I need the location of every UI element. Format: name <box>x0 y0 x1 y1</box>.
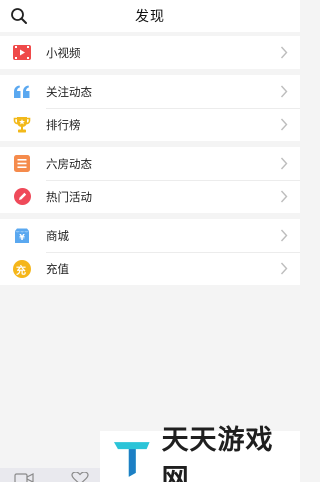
menu-group-4: ¥ 商城 充 充值 <box>0 219 300 285</box>
chevron-right-icon <box>280 262 288 275</box>
menu-item-label: 商城 <box>46 228 69 243</box>
menu-group-2: 关注动态 排行榜 <box>0 75 300 141</box>
chevron-right-icon <box>280 46 288 59</box>
menu-item-short-video[interactable]: 小视频 <box>0 36 300 69</box>
trophy-icon <box>13 116 31 134</box>
menu-item-shop[interactable]: ¥ 商城 <box>0 219 300 252</box>
menu-item-label: 排行榜 <box>46 117 81 132</box>
watermark-logo <box>113 441 150 477</box>
shop-glyph: ¥ <box>19 233 25 242</box>
chevron-right-icon <box>280 157 288 170</box>
menu-item-label: 六房动态 <box>46 156 92 171</box>
watermark: 天天游戏网 <box>100 425 300 482</box>
menu-item-hot-events[interactable]: 热门活动 <box>0 180 300 213</box>
chevron-right-icon <box>280 118 288 131</box>
top-bar: 发现 <box>0 0 300 32</box>
quote-icon <box>13 83 31 101</box>
chevron-right-icon <box>280 85 288 98</box>
menu-item-six-room-feed[interactable]: 六房动态 <box>0 147 300 180</box>
chevron-right-icon <box>280 190 288 203</box>
menu-item-label: 关注动态 <box>46 84 92 99</box>
menu-item-leaderboard[interactable]: 排行榜 <box>0 108 300 141</box>
list-icon <box>13 155 31 173</box>
recharge-icon: 充 <box>13 259 31 278</box>
menu-item-label: 充值 <box>46 261 69 276</box>
shop-icon: ¥ <box>13 227 31 245</box>
chevron-right-icon <box>280 229 288 242</box>
page-title: 发现 <box>135 9 165 25</box>
search-icon[interactable] <box>10 7 28 25</box>
menu-group-3: 六房动态 热门活动 <box>0 147 300 213</box>
heart-tab-icon[interactable] <box>70 472 90 482</box>
video-icon <box>13 44 31 62</box>
watermark-text: 天天游戏网 <box>161 424 274 482</box>
menu-item-recharge[interactable]: 充 充值 <box>0 252 300 285</box>
menu-item-label: 热门活动 <box>46 189 92 204</box>
menu-item-follow-feed[interactable]: 关注动态 <box>0 75 300 108</box>
menu-group-1: 小视频 <box>0 36 300 69</box>
pen-icon <box>13 188 31 206</box>
video-tab-icon[interactable] <box>14 472 34 482</box>
menu-item-label: 小视频 <box>46 45 81 60</box>
bottom-nav <box>0 468 100 482</box>
recharge-glyph: 充 <box>16 265 26 277</box>
